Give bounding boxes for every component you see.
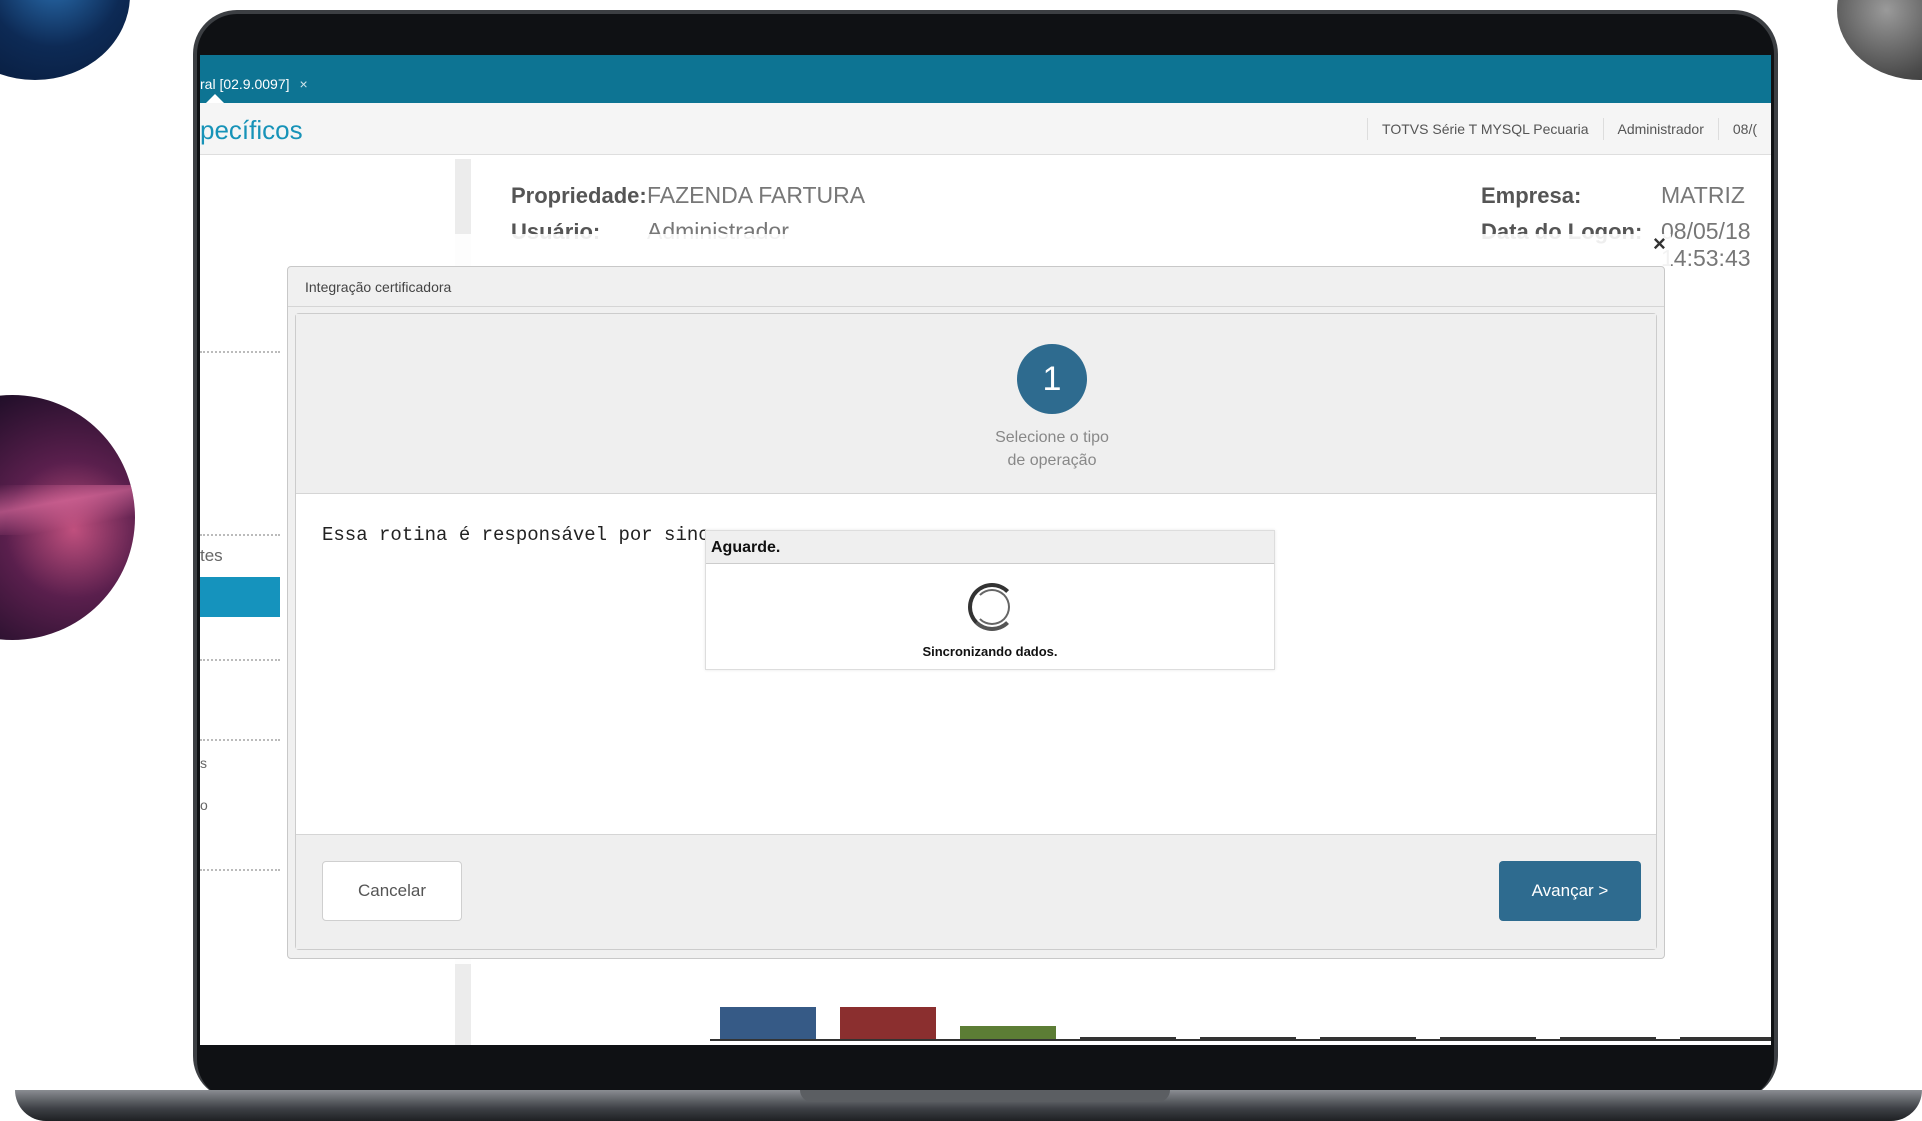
decorative-wave-circle-left [0, 395, 135, 640]
sidebar-item-label[interactable]: tes [200, 546, 223, 566]
app-header: pecíficos TOTVS Série T MYSQL Pecuaria A… [200, 103, 1771, 155]
stage: { "tab": { "label": "ral [02.9.0097]", "… [0, 0, 1922, 1121]
loading-message: Sincronizando dados. [922, 644, 1058, 659]
chart-bar [1560, 1037, 1656, 1039]
chart-bar [1440, 1037, 1536, 1039]
chart-bar [840, 1007, 936, 1039]
wizard-footer: Cancelar Avançar > [296, 834, 1656, 949]
sidebar-divider [200, 659, 280, 661]
system-info: TOTVS Série T MYSQL Pecuaria [1367, 118, 1602, 140]
propriedade-label: Propriedade: [511, 183, 647, 208]
step-number: 1 [1017, 344, 1087, 414]
sidebar-divider [200, 534, 280, 536]
decorative-network-circle-top-left [0, 0, 130, 80]
step-label-line1: Selecione o tipo [995, 429, 1109, 446]
spinner-inner-icon [974, 589, 1010, 625]
sidebar-divider [200, 739, 280, 741]
loading-titlebar: Aguarde. [706, 531, 1274, 564]
chart-bar [720, 1007, 816, 1039]
chart-bar [1320, 1037, 1416, 1039]
tab-module[interactable]: ral [02.9.0097] × [200, 65, 320, 103]
app-tab-bar: ral [02.9.0097] × [200, 55, 1771, 103]
page-title: pecíficos [200, 115, 303, 145]
loading-title: Aguarde. [711, 539, 781, 556]
dialog-title: Integração certificadora [305, 279, 452, 295]
chart-bar [1080, 1037, 1176, 1039]
close-icon[interactable]: × [300, 65, 308, 103]
header-date: 08/( [1717, 118, 1771, 140]
chart-x-axis [710, 1039, 1771, 1041]
close-icon[interactable]: × [1653, 231, 1666, 257]
step-label-line2: de operação [1007, 452, 1097, 469]
propriedade-value: FAZENDA FARTURA [647, 182, 866, 208]
laptop-screen: ral [02.9.0097] × pecíficos TOTVS Série … [200, 55, 1771, 1045]
wizard-steps: 1 Selecione o tipo de operação [296, 314, 1656, 494]
dialog-titlebar: Integração certificadora [288, 267, 1664, 307]
step-label: Selecione o tipo de operação [902, 426, 1202, 472]
next-button[interactable]: Avançar > [1499, 861, 1641, 921]
tab-label: ral [02.9.0097] [200, 76, 290, 92]
decorative-network-circle-top-right [1837, 0, 1922, 80]
sidebar-divider [200, 351, 280, 353]
sidebar-divider [200, 869, 280, 871]
empresa-value: MATRIZ [1661, 182, 1745, 208]
laptop-hinge-notch [800, 1090, 1170, 1102]
chart-bar [960, 1026, 1056, 1039]
sidebar-item-label[interactable]: o [200, 797, 208, 813]
cancel-button[interactable]: Cancelar [322, 861, 462, 921]
loading-popup: Aguarde. Sincronizando dados. [705, 530, 1275, 670]
datalogon-value: 08/05/18 14:53:43 [1661, 218, 1751, 271]
chart-bar [1200, 1037, 1296, 1039]
user-name[interactable]: Administrador [1602, 118, 1718, 140]
chart-bar [1680, 1037, 1771, 1039]
empresa-label: Empresa: [1481, 183, 1582, 208]
sidebar-item-active[interactable] [200, 577, 280, 617]
sidebar-item-label[interactable]: s [200, 755, 207, 771]
header-info: TOTVS Série T MYSQL Pecuaria Administrad… [1367, 103, 1771, 155]
